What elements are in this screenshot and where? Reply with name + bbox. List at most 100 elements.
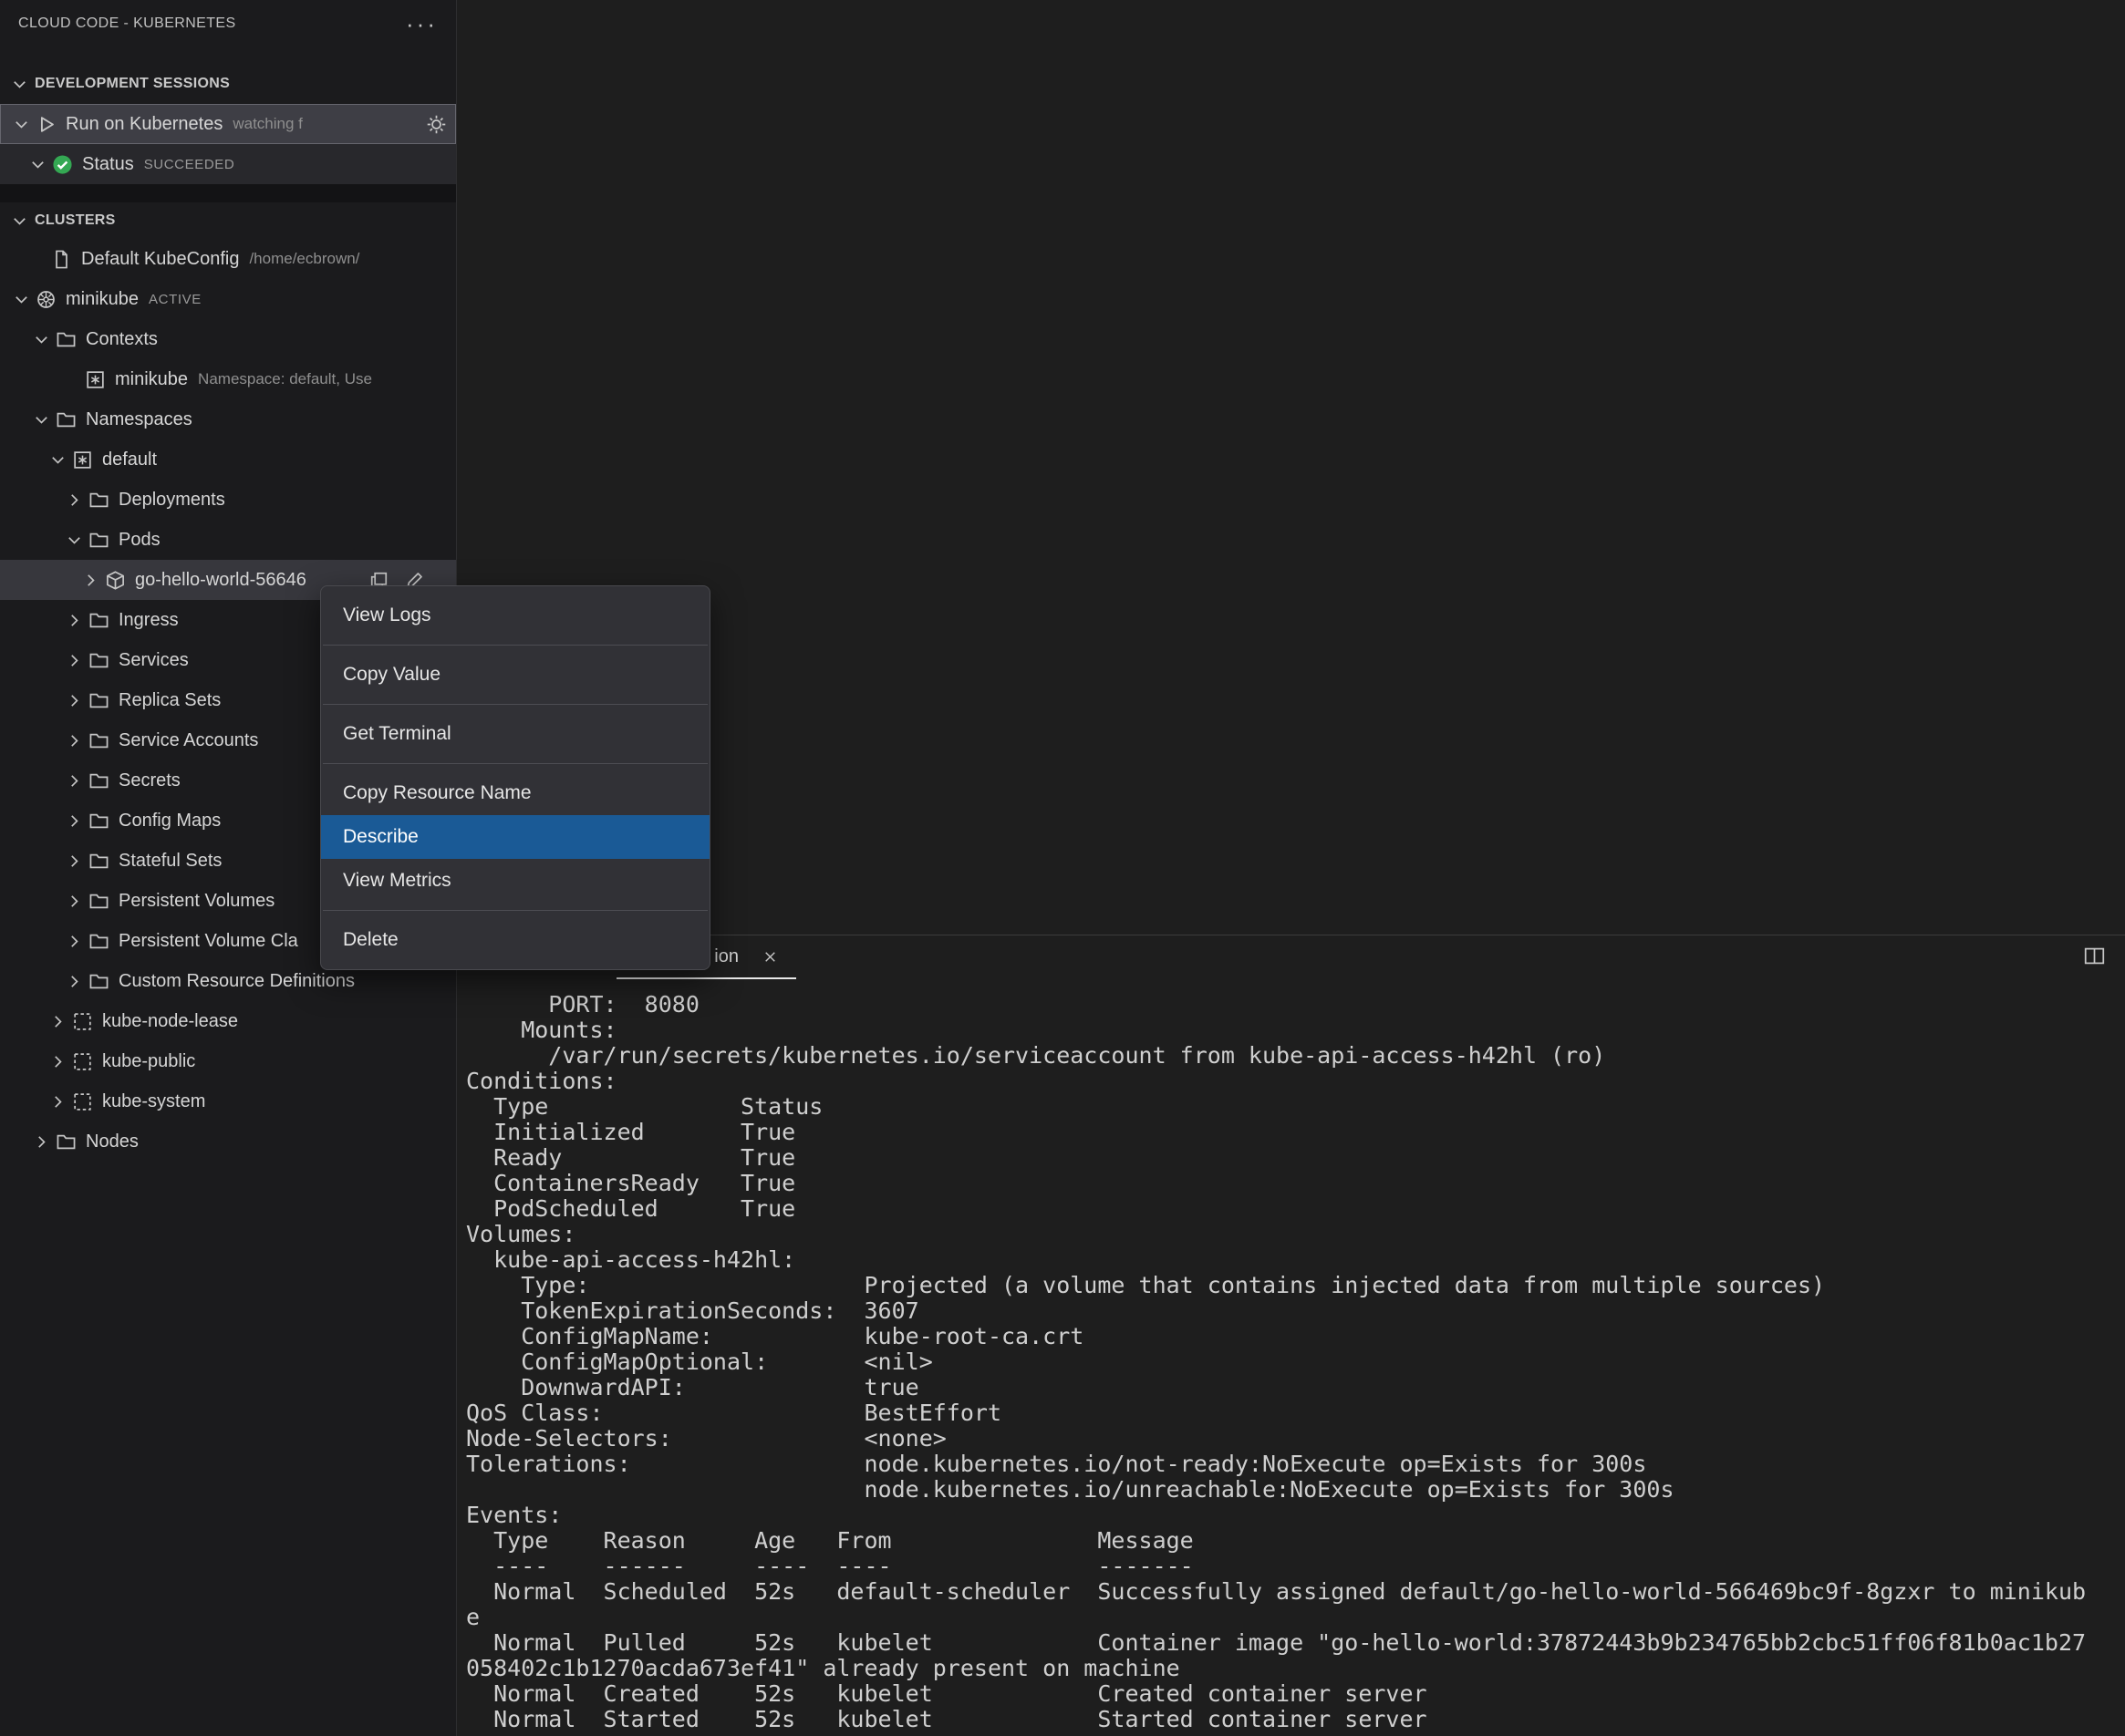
tree-item-status[interactable]: Status SUCCEEDED xyxy=(0,144,456,184)
chevron-right-icon[interactable] xyxy=(62,652,86,669)
chevron-down-icon[interactable] xyxy=(62,532,86,549)
menu-item-view-logs[interactable]: View Logs xyxy=(321,594,710,637)
active-badge: ACTIVE xyxy=(149,291,202,307)
namespace-icon xyxy=(71,1090,94,1113)
tree-item-namespace-kube-node-lease[interactable]: kube-node-lease xyxy=(0,1001,456,1041)
menu-separator xyxy=(323,763,708,764)
chevron-down-icon xyxy=(7,212,31,230)
gear-icon[interactable] xyxy=(426,114,447,135)
run-icon xyxy=(35,113,57,136)
panel-tab-label: ion xyxy=(714,946,739,966)
tree-item-namespace-kube-system[interactable]: kube-system xyxy=(0,1081,456,1121)
tree-item-label: Pods xyxy=(119,529,161,550)
tree-item-minikube-cluster[interactable]: minikube ACTIVE xyxy=(0,279,456,319)
tree-item-run-on-kubernetes[interactable]: Run on Kubernetes watching f xyxy=(0,104,456,144)
tree-item-label: Secrets xyxy=(119,770,181,790)
tree-item-contexts[interactable]: Contexts xyxy=(0,319,456,359)
namespace-icon xyxy=(71,1010,94,1033)
chevron-down-icon[interactable] xyxy=(46,451,69,469)
tree-item-label: kube-public xyxy=(102,1050,196,1071)
chevron-right-icon[interactable] xyxy=(46,1013,69,1030)
chevron-right-icon[interactable] xyxy=(62,973,86,990)
folder-icon xyxy=(88,890,110,913)
chevron-right-icon[interactable] xyxy=(62,772,86,790)
pod-context-menu: View Logs Copy Value Get Terminal Copy R… xyxy=(320,585,710,970)
chevron-down-icon xyxy=(7,76,31,93)
tree-item-label: Status xyxy=(82,153,134,174)
chevron-right-icon[interactable] xyxy=(78,572,102,589)
tree-item-label: Run on Kubernetes xyxy=(66,113,223,134)
folder-icon xyxy=(88,489,110,512)
chevron-right-icon[interactable] xyxy=(29,1133,53,1151)
chevron-right-icon[interactable] xyxy=(46,1093,69,1111)
tree-item-description: /home/ecbrown/ xyxy=(249,250,360,267)
menu-item-describe[interactable]: Describe xyxy=(321,815,710,859)
chevron-right-icon[interactable] xyxy=(62,612,86,629)
success-check-icon xyxy=(51,153,74,176)
tree-item-namespace-kube-public[interactable]: kube-public xyxy=(0,1041,456,1081)
chevron-right-icon[interactable] xyxy=(62,692,86,709)
section-header-label: DEVELOPMENT SESSIONS xyxy=(35,76,231,91)
tree-item-label: Ingress xyxy=(119,609,179,630)
tree-item-label: Config Maps xyxy=(119,810,222,831)
namespace-icon xyxy=(71,1050,94,1073)
folder-icon xyxy=(88,689,110,712)
tree-item-label: Persistent Volume Cla xyxy=(119,930,298,951)
folder-icon xyxy=(88,609,110,632)
chevron-right-icon[interactable] xyxy=(62,852,86,870)
tree-item-context-minikube[interactable]: minikube Namespace: default, Use xyxy=(0,359,456,399)
menu-item-copy-value[interactable]: Copy Value xyxy=(321,653,710,697)
chevron-right-icon[interactable] xyxy=(62,491,86,509)
tree-item-label: Deployments xyxy=(119,489,225,510)
sidebar-title: CLOUD CODE - KUBERNETES xyxy=(18,16,236,31)
chevron-right-icon[interactable] xyxy=(46,1053,69,1070)
close-icon[interactable] xyxy=(762,949,778,965)
tree-item-description: Namespace: default, Use xyxy=(198,370,372,388)
folder-icon xyxy=(55,328,78,351)
tree-item-label: go-hello-world-56646 xyxy=(135,569,306,590)
chevron-right-icon[interactable] xyxy=(62,732,86,749)
section-header-development-sessions[interactable]: DEVELOPMENT SESSIONS xyxy=(0,64,456,104)
tree-item-deployments[interactable]: Deployments xyxy=(0,480,456,520)
menu-separator xyxy=(323,704,708,705)
tree-item-nodes[interactable]: Nodes xyxy=(0,1121,456,1162)
folder-icon xyxy=(88,529,110,552)
tree-item-label: minikube xyxy=(115,368,189,389)
menu-separator xyxy=(323,645,708,646)
chevron-down-icon[interactable] xyxy=(9,291,33,308)
tree-item-namespaces[interactable]: Namespaces xyxy=(0,399,456,439)
tree-item-label: Default KubeConfig xyxy=(81,248,240,269)
tree-item-label: Custom Resource Definitions xyxy=(119,970,355,991)
more-actions-icon[interactable]: ··· xyxy=(406,12,438,36)
tree-item-description: watching f xyxy=(233,115,303,132)
split-editor-icon[interactable] xyxy=(2084,946,2105,966)
chevron-down-icon[interactable] xyxy=(29,331,53,348)
tree-item-label: Namespaces xyxy=(86,408,192,429)
chevron-right-icon[interactable] xyxy=(62,933,86,950)
menu-item-get-terminal[interactable]: Get Terminal xyxy=(321,712,710,756)
chevron-down-icon[interactable] xyxy=(26,156,49,173)
tree-item-label: Stateful Sets xyxy=(119,850,223,871)
chevron-down-icon[interactable] xyxy=(9,116,33,133)
menu-item-view-metrics[interactable]: View Metrics xyxy=(321,859,710,903)
section-header-clusters[interactable]: CLUSTERS xyxy=(0,202,456,239)
describe-output: PORT: 8080 Mounts: /var/run/secrets/kube… xyxy=(466,991,2087,1732)
tree-item-label: Services xyxy=(119,649,189,670)
menu-item-delete[interactable]: Delete xyxy=(321,918,710,962)
tree-item-label: kube-node-lease xyxy=(102,1010,238,1031)
tree-item-label: kube-system xyxy=(102,1090,206,1111)
tree-item-namespace-default[interactable]: default xyxy=(0,439,456,480)
folder-icon xyxy=(88,729,110,752)
folder-icon xyxy=(55,408,78,431)
folder-icon xyxy=(88,850,110,873)
tree-item-default-kubeconfig[interactable]: Default KubeConfig /home/ecbrown/ xyxy=(0,239,456,279)
tree-item-label: Persistent Volumes xyxy=(119,890,275,911)
chevron-down-icon[interactable] xyxy=(29,411,53,429)
status-badge: SUCCEEDED xyxy=(143,156,235,172)
folder-icon xyxy=(88,810,110,832)
tree-item-pods[interactable]: Pods xyxy=(0,520,456,560)
menu-separator xyxy=(323,910,708,911)
menu-item-copy-resource-name[interactable]: Copy Resource Name xyxy=(321,771,710,815)
chevron-right-icon[interactable] xyxy=(62,812,86,830)
chevron-right-icon[interactable] xyxy=(62,893,86,910)
